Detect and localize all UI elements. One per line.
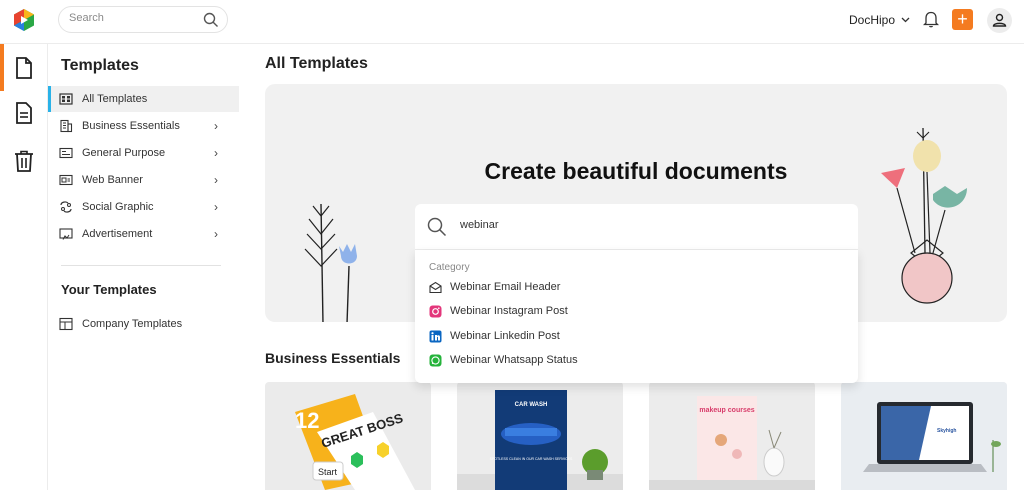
template-card[interactable]: CAR WASH SPOTLESS CLEAN IN OUR CAR WASH … [457,382,623,490]
chevron-right-icon: › [214,227,218,241]
plant-illustration-left [304,203,357,322]
banner-icon [59,174,73,186]
card-headline: CAR WASH [515,402,548,408]
sidebar-item-all-templates[interactable]: All Templates [48,86,239,112]
chevron-down-icon [901,17,910,23]
template-card[interactable]: Skyhigh [841,382,1007,490]
chevron-right-icon: › [214,146,218,160]
template-thumbnail: CAR WASH SPOTLESS CLEAN IN OUR CAR WASH … [457,382,623,490]
template-search-input[interactable] [460,219,840,231]
top-bar: DocHipo + [0,0,1024,44]
page-title: All Templates [265,55,368,72]
dropdown-category-label: Category [429,262,470,273]
suggestion-label: Webinar Instagram Post [450,305,568,317]
sidebar-item-company-templates[interactable]: Company Templates [48,311,239,337]
linkedin-icon [429,330,442,342]
social-icon [60,201,72,213]
template-thumbnail: Skyhigh [841,382,1007,490]
templates-sidebar: Templates All Templates Business Essenti… [48,44,239,490]
sidebar-item-label: Web Banner [82,174,143,186]
left-rail [0,44,48,490]
card-headline: makeup courses [699,407,754,414]
your-templates-title: Your Templates [61,282,157,297]
sidebar-divider [61,265,221,266]
sidebar-item-label: Business Essentials [82,120,180,132]
suggestion-webinar-whatsapp-status[interactable]: Webinar Whatsapp Status [415,348,858,372]
suggestion-webinar-instagram-post[interactable]: Webinar Instagram Post [415,299,858,323]
instagram-icon [429,305,442,317]
vase-illustration-right [881,128,967,304]
account-name: DocHipo [849,13,896,27]
sidebar-item-label: Company Templates [82,318,183,330]
card-tag: Start [318,467,338,477]
template-thumbnail: makeup courses [649,382,815,490]
sidebar-item-label: All Templates [82,93,148,105]
section-title: Business Essentials [265,350,401,366]
template-card[interactable]: makeup courses [649,382,815,490]
search-box[interactable] [58,6,228,33]
sidebar-item-web-banner[interactable]: Web Banner › [48,167,239,193]
suggestion-label: Webinar Email Header [450,281,561,293]
search-icon[interactable] [203,12,219,28]
whatsapp-icon [429,354,442,366]
sidebar-item-label: Social Graphic [82,201,154,213]
suggestion-webinar-email-header[interactable]: Webinar Email Header [415,275,858,299]
rail-active-indicator [0,44,4,91]
chevron-right-icon: › [214,200,218,214]
template-card[interactable]: 12 GREAT BOSS Start [265,382,431,490]
general-icon [59,147,73,159]
suggestion-webinar-linkedin-post[interactable]: Webinar Linkedin Post [415,324,858,348]
card-big-number: 12 [295,408,319,433]
user-avatar[interactable] [987,8,1012,33]
trash-icon[interactable] [12,149,36,173]
sidebar-item-advertisement[interactable]: Advertisement › [48,221,239,247]
sidebar-item-label: General Purpose [82,147,166,159]
bell-icon[interactable] [923,10,939,28]
user-icon [992,13,1007,27]
document-icon[interactable] [12,56,36,80]
template-search-box[interactable] [415,204,858,250]
sidebar-item-business-essentials[interactable]: Business Essentials › [48,113,239,139]
sidebar-item-social-graphic[interactable]: Social Graphic › [48,194,239,220]
card-subline: SPOTLESS CLEAN IN OUR CAR WASH SERVICES [490,457,573,461]
dochipo-logo-icon[interactable] [12,8,36,32]
company-icon [59,317,73,331]
search-input[interactable] [69,12,197,24]
suggestion-label: Webinar Whatsapp Status [450,354,578,366]
template-thumbnail: 12 GREAT BOSS Start [295,394,415,490]
sidebar-item-general-purpose[interactable]: General Purpose › [48,140,239,166]
create-button[interactable]: + [952,9,973,30]
search-icon[interactable] [427,217,447,237]
sidebar-title: Templates [61,57,139,74]
account-menu[interactable]: DocHipo [849,13,910,27]
sidebar-item-label: Advertisement [82,228,153,240]
chevron-right-icon: › [214,173,218,187]
text-document-icon[interactable] [12,101,36,125]
grid-icon [59,93,73,105]
email-icon [429,281,442,293]
card-headline: Skyhigh [937,428,956,434]
building-icon [60,119,73,133]
search-suggestions-dropdown: Category Webinar Email Header Webinar In… [415,250,858,383]
ad-icon [59,228,73,240]
chevron-right-icon: › [214,119,218,133]
suggestion-label: Webinar Linkedin Post [450,330,560,342]
